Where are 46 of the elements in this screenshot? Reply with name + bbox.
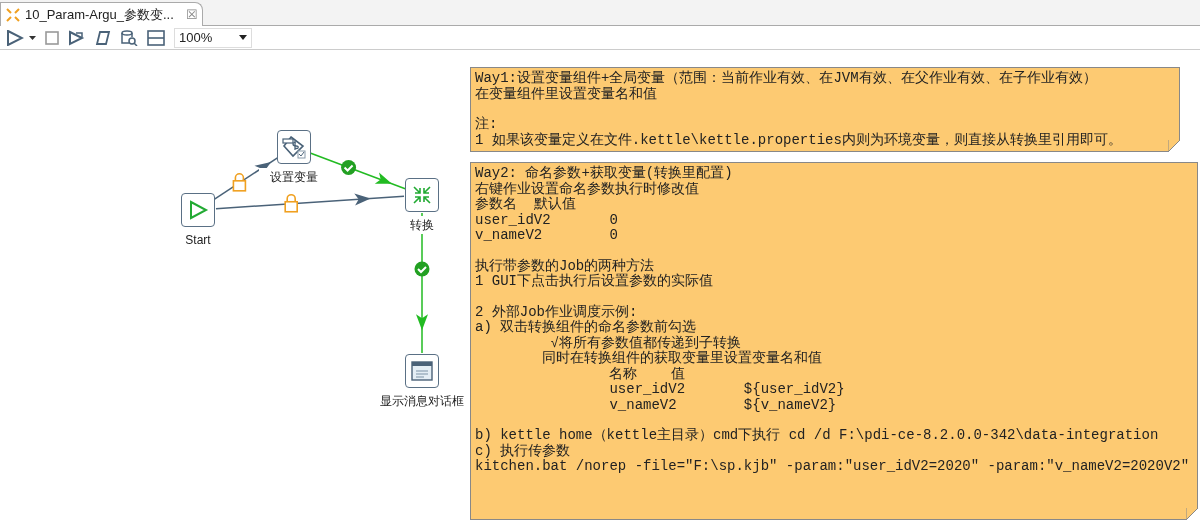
note-line: 在变量组件里设置变量名和值 [475,86,658,102]
note-line: √将所有参数值都传递到子转换 [549,335,741,351]
note-card[interactable]: Way1:设置变量组件+全局变量（范围：当前作业有效、在JVM有效、在父作业有效、在子作业有效） 在变量组件里设置变量名和值 注: 1 如果该变量定义在文件.kettle\kettle.properties内则为环境变量，则直接从转换里引用即可。 [470,67,1180,152]
note-line: 1 如果该变量定义在文件.kettle\kettle.properties内则为环境变量，则直接从转换里引用即可。 [475,132,1123,148]
note-line: user_idV2 ${user_idV2} [608,382,846,398]
zoom-select[interactable]: 100% [174,27,252,48]
note-line: a) 双击转换组件的命名参数前勾选 [475,320,698,335]
dialog-window-icon [411,361,433,381]
tab-title: 10_Param-Argu_参数变... [25,5,174,24]
note-line: 注: [475,117,499,133]
check-circle-icon [414,261,430,277]
note-line: kitchen.bat /norep -file="F:\sp.kjb" -param:"user_idV2=2020" -param:"v_nameV2=2020V2" [475,459,1191,475]
note-line: b) kettle home（kettle主目录）cmd下执行 cd /d F:\pdi-ce-8.2.0.0-342\data-integration [475,428,1160,443]
hop-arrow[interactable] [215,193,405,210]
job-node[interactable] [181,193,215,227]
caret-icon[interactable] [29,35,36,40]
note-line: 右键作业设置命名参数执行时修改值 [475,181,700,197]
note-line: v_nameV2 ${v_nameV2} [608,397,838,413]
caret-icon [239,35,247,40]
note-line: 名称 值 [608,366,687,382]
job-node[interactable] [277,130,311,164]
note-line: Way1:设置变量组件+全局变量（范围：当前作业有效、在JVM有效、在父作业有效、在子作业有效） [475,71,1098,86]
close-icon[interactable]: ☒ [185,4,198,25]
preview-run-icon[interactable] [68,29,86,46]
note-line: v_nameV2 0 [475,228,619,244]
run-icon[interactable] [6,29,24,46]
note-card[interactable] [470,162,1198,520]
arrows-inward-icon [411,184,433,206]
job-tab[interactable]: 10_Param-Argu_参数变... ☒ [0,2,203,26]
lock-icon [284,193,298,213]
lock-icon [232,173,247,192]
note-line: c) 执行传参数 [475,443,572,459]
note-line: user_idV2 0 [475,212,619,228]
note-line: 1 GUI下点击执行后设置参数的实际值 [475,274,714,290]
note-line: 执行带参数的Job的两种方法 [475,258,656,274]
job-node[interactable] [405,354,439,388]
note-line: 参数名 默认值 [475,197,577,213]
play-icon [187,199,209,221]
note-line: 2 外部Job作业调度示例: [475,304,638,320]
check-circle-icon [341,159,357,175]
note-line: 同时在转换组件的获取变量里设置变量名和值 [541,351,824,367]
layout-icon[interactable] [147,29,165,46]
job-node[interactable] [405,178,439,212]
note-line: Way2: 命名参数+获取变量(转换里配置) [475,166,734,181]
database-search-icon[interactable] [120,29,138,46]
folded-corner-icon [1168,140,1180,152]
